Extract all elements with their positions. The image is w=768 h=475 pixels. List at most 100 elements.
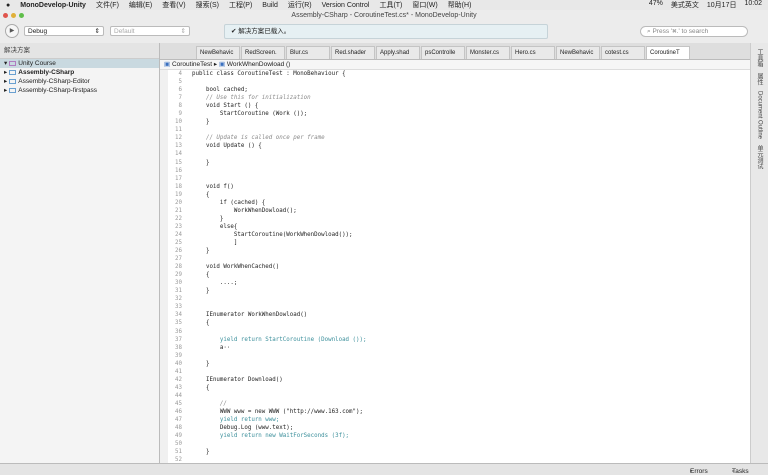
minimize-button[interactable] bbox=[11, 13, 16, 18]
line-number: 19 bbox=[175, 191, 182, 198]
tab[interactable]: Apply.shad bbox=[376, 46, 420, 59]
unit-tests-tab[interactable]: 单元测试 bbox=[755, 145, 764, 169]
project-item[interactable]: ▸ Assembly-CSharp-firstpass bbox=[0, 86, 159, 95]
line-number: 16 bbox=[175, 167, 182, 174]
code-line: 30 ....; bbox=[168, 279, 750, 287]
code-line: 40 } bbox=[168, 360, 750, 368]
project-item[interactable]: ▸ Assembly-CSharp-Editor bbox=[0, 77, 159, 86]
line-number: 37 bbox=[175, 336, 182, 343]
code-text: } bbox=[192, 248, 210, 255]
tab-active[interactable]: CoroutineT bbox=[646, 46, 690, 59]
line-number: 27 bbox=[175, 256, 182, 263]
project-item[interactable]: ▸ Assembly-CSharp bbox=[0, 68, 159, 77]
code-text: ....; bbox=[192, 280, 238, 287]
breadcrumb-method[interactable]: WorkWhenDowload () bbox=[227, 61, 290, 68]
menu-item[interactable]: 编辑(E) bbox=[129, 0, 152, 10]
code-line: 50 bbox=[168, 440, 750, 448]
menu-item[interactable]: 搜索(S) bbox=[196, 0, 219, 10]
code-line: 38 a·· bbox=[168, 344, 750, 352]
zoom-button[interactable] bbox=[19, 13, 24, 18]
code-text: StartCoroutine(WorkWhenDowload()); bbox=[192, 231, 353, 238]
menu-item[interactable]: Version Control bbox=[322, 2, 370, 9]
code-text: void Start () { bbox=[192, 103, 259, 110]
time: 10:02 bbox=[744, 0, 762, 7]
input-method[interactable]: 美式英文 bbox=[671, 0, 699, 10]
configuration-select[interactable]: Debug ⇕ bbox=[24, 26, 104, 36]
tab[interactable]: Hero.cs bbox=[511, 46, 555, 59]
code-text: ] bbox=[192, 239, 238, 246]
tab[interactable]: psControlle bbox=[421, 46, 465, 59]
line-number: 5 bbox=[178, 79, 183, 86]
menu-item[interactable]: 工程(P) bbox=[229, 0, 252, 10]
code-editor[interactable]: 4 public class CoroutineTest : MonoBehavi… bbox=[160, 70, 750, 463]
tab[interactable]: Monster.cs bbox=[466, 46, 510, 59]
line-number: 32 bbox=[175, 296, 182, 303]
tab[interactable]: NewBehavic bbox=[196, 46, 240, 59]
menu-item[interactable]: 窗口(W) bbox=[412, 0, 437, 10]
code-line: 22 } bbox=[168, 215, 750, 223]
code-line: 13 void Update () { bbox=[168, 142, 750, 150]
status-area: ✔ 解决方案已载入。 bbox=[224, 24, 548, 39]
code-line: 37 yield return StartCoroutine (Download… bbox=[168, 336, 750, 344]
line-number: 15 bbox=[175, 159, 182, 166]
apple-icon[interactable]: ● bbox=[6, 2, 10, 9]
code-line: 8 void Start () { bbox=[168, 102, 750, 110]
code-line: 42 IEnumerator Download() bbox=[168, 376, 750, 384]
code-line: 24 StartCoroutine(WorkWhenDowload()); bbox=[168, 231, 750, 239]
solution-root[interactable]: ▾ Unity Course bbox=[0, 59, 159, 68]
code-line: 39 bbox=[168, 352, 750, 360]
tab[interactable]: Red.shader bbox=[331, 46, 375, 59]
code-line: 43 { bbox=[168, 384, 750, 392]
window-title-bar: Assembly-CSharp - CoroutineTest.cs* - Mo… bbox=[0, 10, 768, 21]
code-text: yield return StartCoroutine (Download ()… bbox=[192, 336, 367, 343]
search-input[interactable]: ⌕ Press '⌘.' to search bbox=[640, 26, 748, 37]
tab[interactable]: cotest.cs bbox=[601, 46, 645, 59]
document-outline-tab[interactable]: Document Outline bbox=[757, 91, 763, 139]
code-text: a·· bbox=[192, 344, 231, 351]
code-line: 49 yield return new WaitForSeconds (3f); bbox=[168, 432, 750, 440]
menu-item[interactable]: 运行(R) bbox=[288, 0, 312, 10]
code-line: 19 { bbox=[168, 191, 750, 199]
code-text: void f() bbox=[192, 183, 234, 190]
line-number: 45 bbox=[175, 400, 182, 407]
close-button[interactable] bbox=[3, 13, 8, 18]
tab[interactable]: Blur.cs bbox=[286, 46, 330, 59]
code-line: 9 StartCoroutine (Work ()); bbox=[168, 110, 750, 118]
app-menu[interactable]: MonoDevelop-Unity bbox=[20, 2, 86, 9]
line-number: 8 bbox=[178, 103, 183, 110]
line-number: 46 bbox=[175, 408, 182, 415]
line-number: 36 bbox=[175, 328, 182, 335]
line-number: 31 bbox=[175, 288, 182, 295]
tab[interactable]: RedScreen. bbox=[241, 46, 285, 59]
code-text: yield return www; bbox=[192, 417, 280, 424]
menu-item[interactable]: Build bbox=[262, 2, 278, 9]
tab[interactable]: NewBehavic bbox=[556, 46, 600, 59]
menu-item[interactable]: 查看(V) bbox=[162, 0, 185, 10]
properties-pad-tab[interactable]: 属性 bbox=[755, 73, 764, 85]
menu-item[interactable]: 工具(T) bbox=[379, 0, 402, 10]
menu-item[interactable]: 文件(F) bbox=[96, 0, 119, 10]
code-line: 11 bbox=[168, 126, 750, 134]
code-line: 27 bbox=[168, 255, 750, 263]
code-text: // bbox=[192, 400, 227, 407]
line-number: 42 bbox=[175, 376, 182, 383]
battery-status[interactable]: 47% bbox=[649, 0, 663, 10]
line-number: 28 bbox=[175, 264, 182, 271]
line-number: 51 bbox=[175, 449, 182, 456]
code-line: 46 WWW www = new WWW ("http://www.163.co… bbox=[168, 408, 750, 416]
code-line: 36 bbox=[168, 328, 750, 336]
line-number: 35 bbox=[175, 320, 182, 327]
menu-item[interactable]: 帮助(H) bbox=[448, 0, 472, 10]
code-line: 18 void f() bbox=[168, 183, 750, 191]
code-text: } bbox=[192, 159, 210, 166]
code-text: else{ bbox=[192, 223, 238, 230]
line-number: 39 bbox=[175, 352, 182, 359]
line-number: 22 bbox=[175, 215, 182, 222]
toolbox-pad-tab[interactable]: 工具箱 bbox=[755, 49, 764, 67]
platform-select[interactable]: Default ⇕ bbox=[110, 26, 190, 36]
code-line: 33 bbox=[168, 303, 750, 311]
code-line: 41 bbox=[168, 368, 750, 376]
code-line: 25 ] bbox=[168, 239, 750, 247]
breadcrumb-class[interactable]: CoroutineTest bbox=[172, 61, 212, 68]
run-button[interactable]: ▶ bbox=[5, 24, 19, 38]
